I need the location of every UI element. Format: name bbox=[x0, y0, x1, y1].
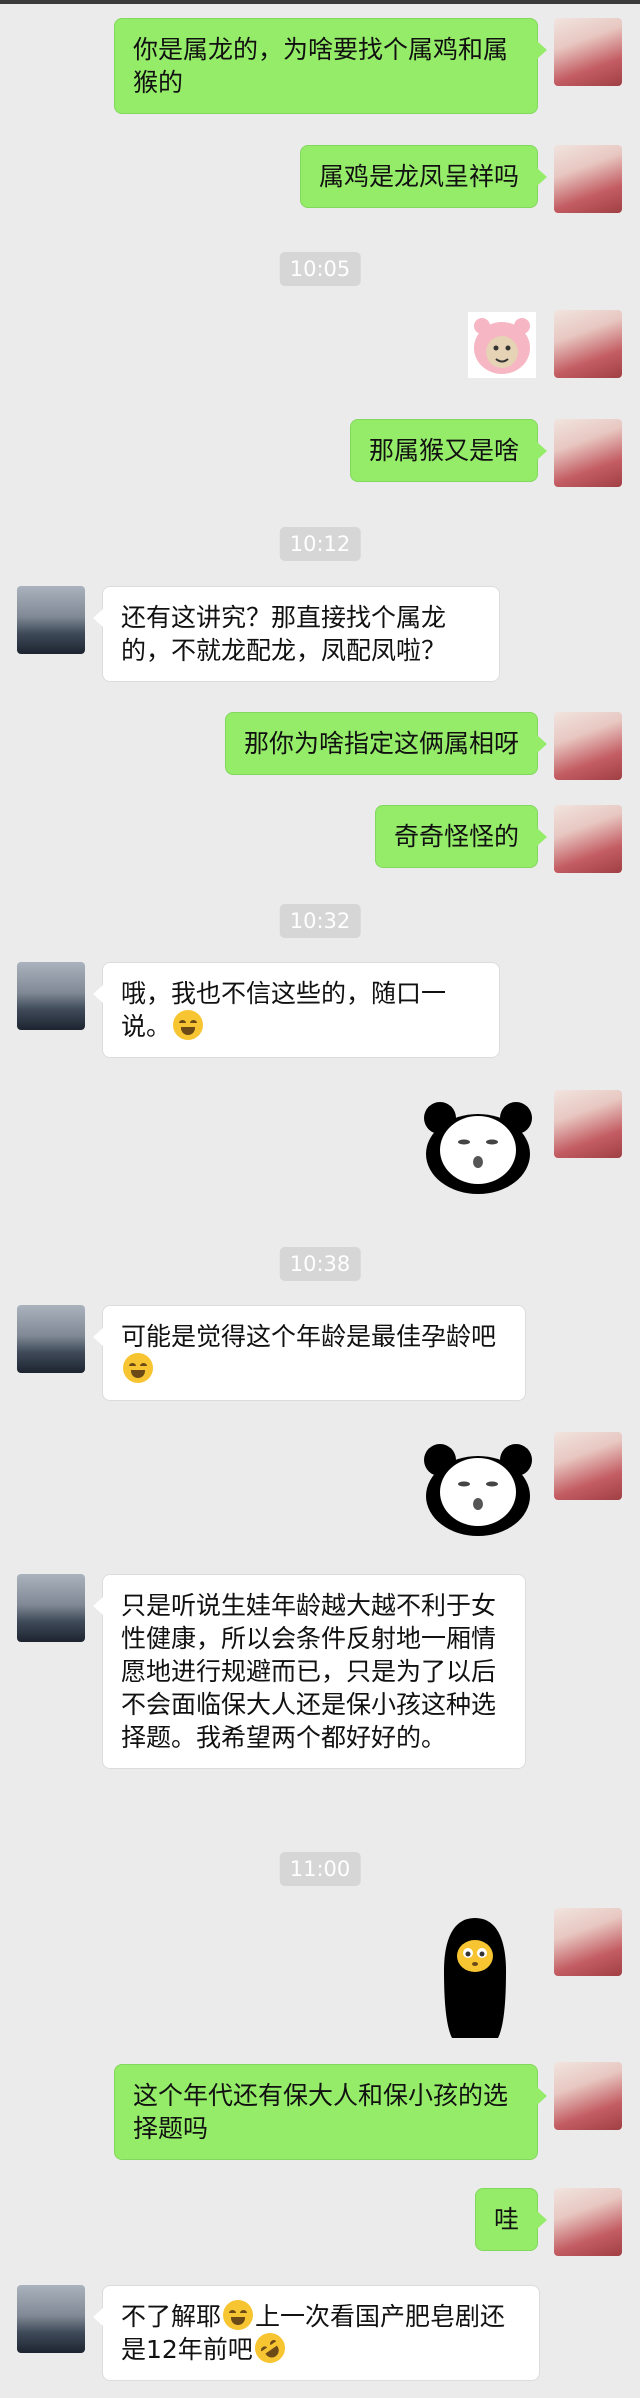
timestamp: 11:00 bbox=[279, 1852, 361, 1886]
received-bubble[interactable]: 还有这讲究？那直接找个属龙的，不就龙配龙，凤配凤啦？ bbox=[93, 586, 500, 682]
self-avatar[interactable] bbox=[554, 419, 622, 487]
self-avatar[interactable] bbox=[554, 1908, 622, 1976]
message-text: 哦，我也不信这些的，随口一说。 bbox=[121, 979, 447, 1041]
contact-avatar[interactable] bbox=[17, 586, 85, 654]
message-row: 只是听说生娃年龄越大越不利于女性健康，所以会条件反射地一厢情愿地进行规避而已，只… bbox=[0, 1572, 640, 1812]
laugh-emoji-icon bbox=[123, 1353, 153, 1383]
laugh-emoji-icon bbox=[223, 2300, 254, 2330]
sent-bubble[interactable]: 哇 bbox=[474, 2188, 548, 2251]
sent-bubble[interactable]: 属鸡是龙凤呈祥吗 bbox=[299, 145, 548, 208]
laugh-emoji-icon bbox=[173, 1010, 204, 1040]
self-avatar[interactable] bbox=[554, 310, 622, 378]
sent-bubble[interactable]: 那你为啥指定这俩属相呀 bbox=[224, 712, 548, 775]
received-bubble[interactable]: 只是听说生娃年龄越大越不利于女性健康，所以会条件反射地一厢情愿地进行规避而已，只… bbox=[93, 1574, 526, 1769]
timestamp: 10:32 bbox=[279, 904, 361, 938]
message-row: 不了解耶 上一次看国产肥皂剧还是12年前吧 bbox=[0, 2283, 640, 2387]
message-row: 那属猴又是啥 bbox=[0, 419, 640, 489]
message-text: 可能是觉得这个年龄是最佳孕龄吧 bbox=[121, 1322, 497, 1351]
timestamp: 10:05 bbox=[279, 252, 361, 286]
self-avatar[interactable] bbox=[554, 2188, 622, 2256]
message-text: 不了解耶 bbox=[121, 2302, 222, 2331]
received-bubble[interactable]: 不了解耶 上一次看国产肥皂剧还是12年前吧 bbox=[93, 2285, 540, 2381]
rolling-laugh-emoji-icon bbox=[248, 2327, 291, 2369]
sent-bubble[interactable]: 那属猴又是啥 bbox=[349, 419, 548, 482]
panda-sticker[interactable] bbox=[420, 1444, 536, 1536]
message-row: 哦，我也不信这些的，随口一说。 bbox=[0, 960, 640, 1064]
message-row bbox=[0, 310, 640, 382]
self-avatar[interactable] bbox=[554, 145, 622, 213]
message-row: 还有这讲究？那直接找个属龙的，不就龙配龙，凤配凤啦？ bbox=[0, 584, 640, 688]
contact-avatar[interactable] bbox=[17, 962, 85, 1030]
self-avatar[interactable] bbox=[554, 1432, 622, 1500]
self-avatar[interactable] bbox=[554, 712, 622, 780]
message-row: 那你为啥指定这俩属相呀 bbox=[0, 712, 640, 782]
timestamp: 10:12 bbox=[279, 527, 361, 561]
message-row: 你是属龙的，为啥要找个属鸡和属猴的 bbox=[0, 14, 640, 114]
contact-avatar[interactable] bbox=[17, 1574, 85, 1642]
self-avatar[interactable] bbox=[554, 18, 622, 86]
sent-bubble[interactable]: 这个年代还有保大人和保小孩的选择题吗 bbox=[114, 2064, 547, 2160]
self-avatar[interactable] bbox=[554, 805, 622, 873]
message-row bbox=[0, 1090, 640, 1200]
panda-sticker[interactable] bbox=[420, 1102, 536, 1194]
received-bubble[interactable]: 可能是觉得这个年龄是最佳孕龄吧 bbox=[93, 1305, 526, 1401]
timestamp: 10:38 bbox=[279, 1247, 361, 1281]
black-hooded-sticker[interactable] bbox=[440, 1916, 510, 2040]
self-avatar[interactable] bbox=[554, 2062, 622, 2130]
message-row: 哇 bbox=[0, 2188, 640, 2258]
self-avatar[interactable] bbox=[554, 1090, 622, 1158]
message-row: 属鸡是龙凤呈祥吗 bbox=[0, 145, 640, 215]
message-row bbox=[0, 1908, 640, 2038]
status-bar bbox=[0, 0, 640, 4]
message-row: 可能是觉得这个年龄是最佳孕龄吧 bbox=[0, 1303, 640, 1407]
contact-avatar[interactable] bbox=[17, 2285, 85, 2353]
sent-bubble[interactable]: 你是属龙的，为啥要找个属鸡和属猴的 bbox=[114, 18, 547, 114]
sent-bubble[interactable]: 奇奇怪怪的 bbox=[374, 805, 548, 868]
message-row: 这个年代还有保大人和保小孩的选择题吗 bbox=[0, 2062, 640, 2166]
pink-piggy-sticker[interactable] bbox=[468, 312, 536, 378]
contact-avatar[interactable] bbox=[17, 1305, 85, 1373]
received-bubble[interactable]: 哦，我也不信这些的，随口一说。 bbox=[93, 962, 500, 1058]
message-row: 奇奇怪怪的 bbox=[0, 805, 640, 875]
message-row bbox=[0, 1432, 640, 1542]
